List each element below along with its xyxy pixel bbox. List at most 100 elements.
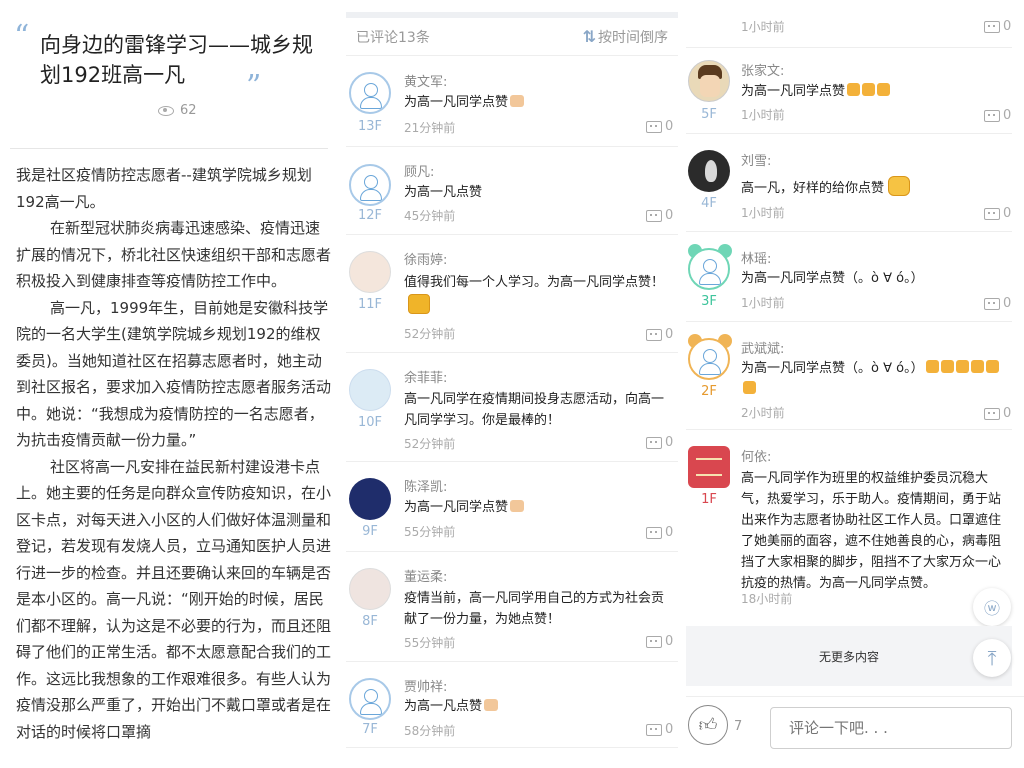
chat-float-button[interactable]: ⓦ [973,588,1011,626]
comment-item: 4F 刘雪: 高一凡，好样的给你点赞 1小时前 0 [686,134,1012,232]
clap-icon [862,83,876,96]
comment-text-content: 为高一凡同学点赞 [741,84,846,99]
reply-count: 0 [665,435,674,450]
comment-icon [646,635,662,648]
floor-number: 3F [701,294,717,309]
commenter-name: 黄文军: [404,75,448,90]
reply-button[interactable]: 0 [984,206,1011,221]
avatar[interactable] [688,248,730,290]
comment-item: 8F 董运柔: 疫情当前，高一凡同学用自己的方式为社会贡献了一份力量，为她点赞！… [346,552,678,662]
avatar[interactable] [349,568,391,610]
floor-number: 5F [701,107,717,122]
comment-time: 21分钟前 [404,121,456,135]
comment-text: 为高一凡同学点赞 [404,497,664,518]
avatar[interactable] [349,251,391,293]
reply-count: 0 [1003,296,1012,311]
reply-count: 0 [1003,206,1012,221]
article-body: 我是社区疫情防控志愿者--建筑学院城乡规划192高一凡。 在新型冠状肺炎病毒迅速… [16,162,332,745]
eye-icon [158,105,174,116]
reply-button[interactable]: 0 [984,296,1011,311]
reply-count: 0 [1003,19,1012,34]
comment-text: 为高一凡同学点赞 [741,81,1001,102]
reply-button[interactable]: 0 [984,19,1011,34]
face-emoji-icon [888,176,911,196]
thumbs-up-icon [484,699,499,711]
avatar[interactable] [349,72,391,114]
comment-input[interactable] [770,707,1012,749]
divider [10,148,328,149]
commenter-name: 武斌斌: [741,342,785,357]
comment-icon [646,328,662,341]
avatar[interactable] [349,369,391,411]
floor-number: 12F [357,208,383,223]
reply-button[interactable]: 0 [646,119,673,134]
clap-icon [877,83,891,96]
floor-number: 10F [357,415,383,430]
floor-number: 7F [362,722,378,737]
reply-button[interactable]: 0 [646,435,673,450]
comment-item: 13F 黄文军: 为高一凡同学点赞 21分钟前 0 [346,57,678,147]
reply-button[interactable]: 0 [646,525,673,540]
comment-text: 疫情当前，高一凡同学用自己的方式为社会贡献了一份力量，为她点赞！ [404,591,665,627]
comment-icon [984,407,1000,420]
sort-icon: ⇅ [582,27,596,46]
floor-number: 13F [357,119,383,134]
reply-button[interactable]: 0 [984,108,1011,123]
reply-button[interactable]: 0 [646,722,673,737]
comment-text-content: 值得我们每一个人学习。为高一凡同学点赞！ [404,275,665,290]
reply-count: 0 [665,327,674,342]
reply-button[interactable]: 0 [646,208,673,223]
thumbs-up-icon: 👍︎ [698,715,718,736]
comment-item: 5F 张家文: 为高一凡同学点赞 1小时前 0 [686,48,1012,134]
floor-number: 11F [357,297,383,312]
commenter-name: 张家文: [741,64,785,79]
commenter-name: 刘雪: [741,154,772,169]
comment-icon [984,20,1000,33]
reply-button[interactable]: 0 [984,406,1011,421]
comment-text-content: 为高一凡同学点赞 [404,500,509,515]
comment-time: 55分钟前 [404,636,456,650]
comment-text-content: 为高一凡点赞 [404,699,483,714]
article-paragraph: 社区将高一凡安排在益民新村建设港卡点上。她主要的任务是向群众宣传防疫知识，在小区… [16,457,332,741]
comment-time: 1小时前 [741,206,785,220]
comment-item: 11F 徐雨婷: 值得我们每一个人学习。为高一凡同学点赞！ 52分钟前 0 [346,235,678,353]
comment-icon [984,297,1000,310]
sort-label: 按时间倒序 [598,29,668,46]
avatar[interactable] [688,446,730,488]
commenter-name: 董运柔: [404,570,448,585]
comment-text: 为高一凡同学点赞（。ò ∀ ó。） [741,271,924,286]
thumbs-up-icon [743,381,756,394]
no-more-label: 无更多内容 [818,649,879,664]
commenter-name: 顾凡: [404,165,435,180]
article-title: 向身边的雷锋学习——城乡规划192班高一凡 [40,33,313,87]
avatar[interactable] [688,60,730,102]
floor-number: 4F [701,196,717,211]
reply-button[interactable]: 0 [646,634,673,649]
comment-text: 为高一凡同学点赞（。ò ∀ ó。） [741,358,1011,400]
sort-button[interactable]: ⇅ 按时间倒序 [583,27,668,47]
avatar[interactable] [349,678,391,720]
comment-icon [646,723,662,736]
reply-button[interactable]: 0 [646,327,673,342]
back-to-top-button[interactable]: ⤒ [973,639,1011,677]
thumbs-up-icon [925,360,939,373]
comment-item: 12F 顾凡: 为高一凡点赞 45分钟前 0 [346,147,678,235]
avatar[interactable] [349,164,391,206]
thumbs-up-icon [970,360,984,373]
like-button[interactable]: 👍︎ [688,705,728,745]
avatar[interactable] [688,338,730,380]
comment-time: 55分钟前 [404,525,456,539]
comment-time: 52分钟前 [404,327,456,341]
comment-count: 已评论13条 [356,29,430,46]
commenter-name: 陈泽凯: [404,480,448,495]
avatar[interactable] [688,150,730,192]
article-header: “ 向身边的雷锋学习——城乡规划192班高一凡 ” 62 [0,0,338,146]
comment-text: 为高一凡点赞 [404,696,664,717]
article-paragraph: 我是社区疫情防控志愿者--建筑学院城乡规划192高一凡。 [16,166,312,211]
view-count: 62 [158,103,197,118]
avatar[interactable] [349,478,391,520]
comment-text: 值得我们每一个人学习。为高一凡同学点赞！ [404,271,666,318]
comment-icon [646,120,662,133]
reply-count: 0 [1003,406,1012,421]
thumbs-up-icon [510,500,525,512]
